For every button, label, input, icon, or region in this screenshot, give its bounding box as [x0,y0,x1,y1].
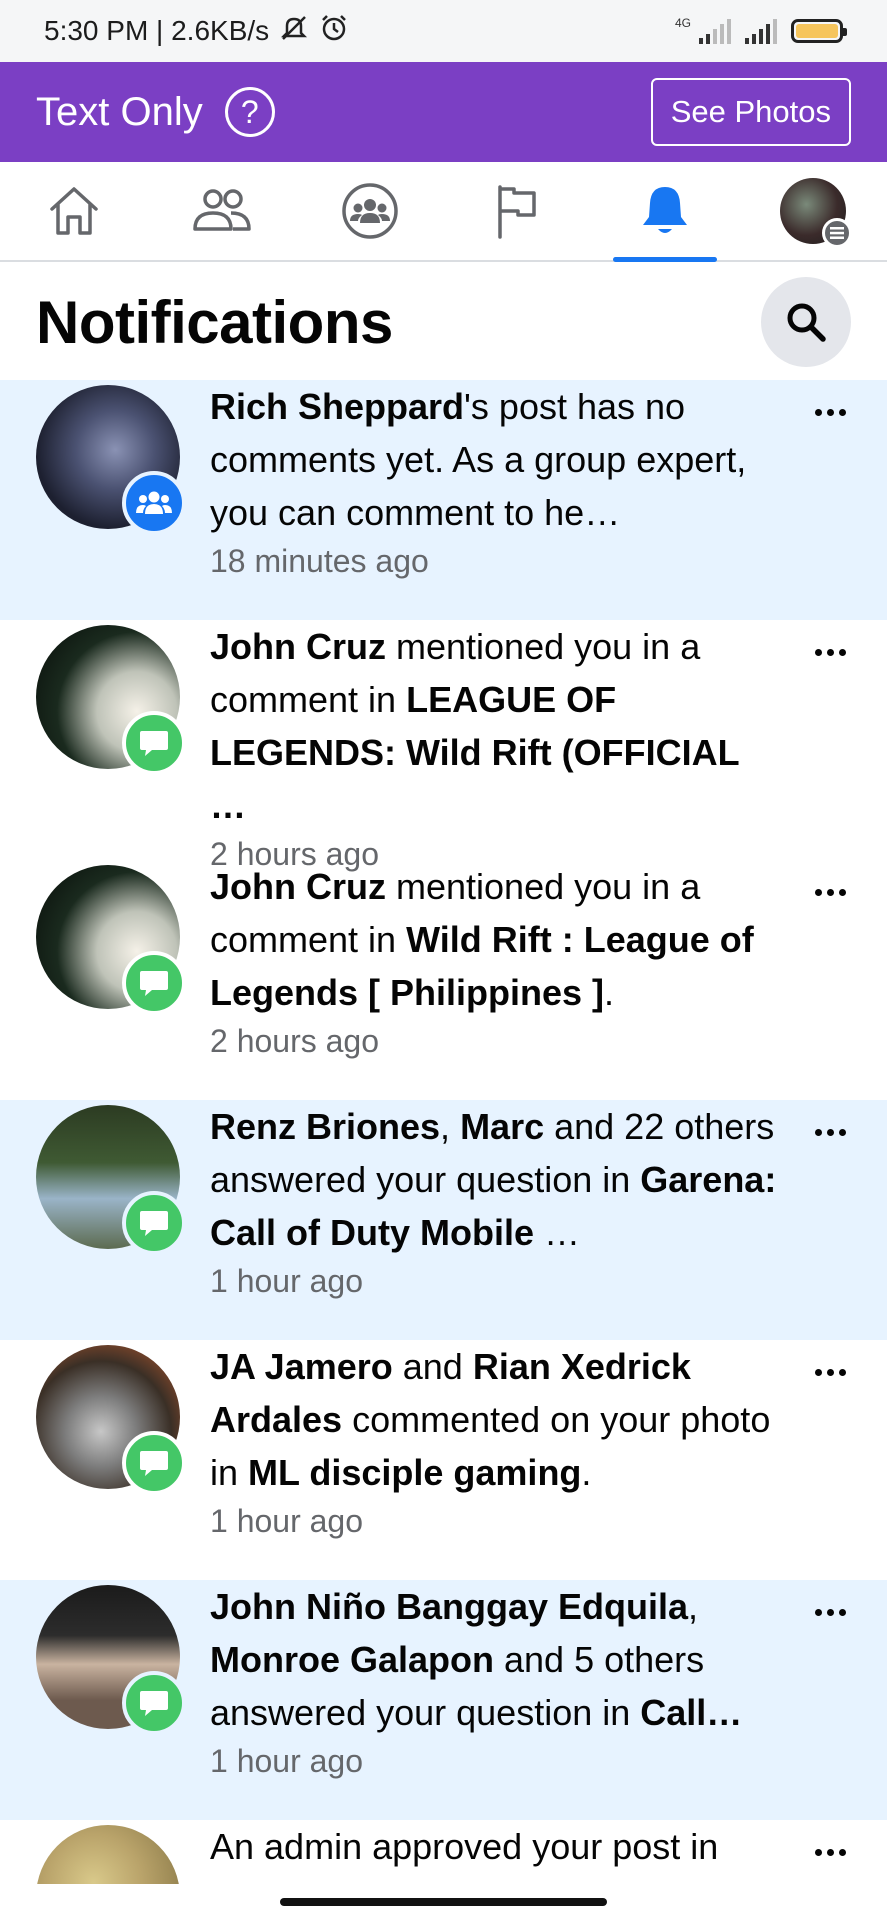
page-title: Notifications [36,288,393,356]
comment-badge-icon [122,1671,186,1735]
notification-message: Renz Briones, Marc and 22 others answere… [210,1100,780,1259]
notification-text: John Cruz mentioned you in a comment in … [210,620,780,872]
notification-entity: ML disciple gaming [248,1452,582,1493]
more-options-icon[interactable] [815,1842,851,1862]
notification-entity: John Cruz [210,626,386,667]
groups-icon [341,183,398,239]
notification-entity: Call… [640,1692,743,1733]
notification-timestamp: 18 minutes ago [210,543,429,579]
see-photos-button[interactable]: See Photos [650,78,851,146]
status-bar: 5:30 PM | 2.6KB/s 4G [0,0,887,62]
nav-home[interactable] [14,162,134,260]
comment-badge-icon [122,951,186,1015]
notification-item[interactable]: John Cruz mentioned you in a comment in … [0,860,887,1100]
notification-phrase: , [688,1586,699,1627]
more-options-icon[interactable] [815,402,851,422]
notification-text: John Niño Banggay Edquila, Monroe Galapo… [210,1580,780,1820]
avatar-wrap [36,1345,186,1495]
notification-item[interactable]: John Cruz mentioned you in a comment in … [0,620,887,872]
notification-timestamp: 1 hour ago [210,1263,364,1299]
avatar-wrap [36,1105,186,1255]
notification-item[interactable]: Renz Briones, Marc and 22 others answere… [0,1100,887,1340]
alarm-icon [319,13,349,50]
home-indicator[interactable] [280,1898,607,1906]
more-options-icon[interactable] [815,882,851,902]
avatar-wrap [36,865,186,1015]
signal-icon [745,18,777,44]
text-only-bar: Text Only ? See Photos [0,62,887,162]
notification-entity: Marc [460,1106,545,1147]
pages-icon [498,185,537,239]
main-nav [0,162,887,262]
notification-phrase: . [581,1452,592,1493]
notification-phrase: , [440,1106,461,1147]
comment-badge-icon [122,1431,186,1495]
notification-phrase: An admin approved your post in [210,1826,719,1867]
notification-message: John Cruz mentioned you in a comment in … [210,860,780,1019]
text-only-mode: Text Only ? [36,87,275,137]
menu-icon [822,218,853,248]
mute-icon [279,13,309,50]
notification-message: JA Jamero and Rian Xedrick Ardales comme… [210,1340,780,1499]
notification-timestamp: 2 hours ago [210,1023,380,1059]
avatar-wrap [36,625,186,775]
notification-entity: Rich Sheppard [210,386,465,427]
notification-entity: John Niño Banggay Edquila [210,1586,689,1627]
menu-avatar [780,178,853,248]
notification-text: JA Jamero and Rian Xedrick Ardales comme… [210,1340,780,1580]
nav-pages[interactable] [457,162,577,260]
help-icon[interactable]: ? [224,87,275,137]
notification-timestamp: 1 hour ago [210,1503,364,1539]
search-icon [787,303,826,342]
notification-message: John Cruz mentioned you in a comment in … [210,620,780,832]
comment-badge-icon [122,1191,186,1255]
nav-menu[interactable] [753,162,873,260]
notification-message: An admin approved your post in [210,1820,780,1873]
battery-icon [791,19,847,43]
notification-item[interactable]: Rich Sheppard's post has no comments yet… [0,380,887,620]
more-options-icon[interactable] [815,1602,851,1622]
notification-timestamp: 1 hour ago [210,1743,364,1779]
home-icon [50,187,98,235]
notification-entity: JA Jamero [210,1346,393,1387]
notification-phrase: . [604,972,615,1013]
notification-entity: John Cruz [210,866,386,907]
notification-item[interactable]: JA Jamero and Rian Xedrick Ardales comme… [0,1340,887,1580]
more-options-icon[interactable] [815,642,851,662]
network-type-label: 4G [674,16,691,30]
more-options-icon[interactable] [815,1122,851,1142]
more-options-icon[interactable] [815,1362,851,1382]
avatar-wrap [36,1585,186,1735]
status-time-speed: 5:30 PM | 2.6KB/s [44,15,270,46]
notifications-icon [643,187,688,233]
notification-message: Rich Sheppard's post has no comments yet… [210,380,780,539]
status-left: 5:30 PM | 2.6KB/s [44,13,349,50]
status-right: 4G [674,16,847,44]
notifications-list: Rich Sheppard's post has no comments yet… [0,380,887,1920]
signal-icon [699,18,731,44]
comment-badge-icon [122,711,186,775]
group-badge-icon [122,471,186,535]
notification-entity: Monroe Galapon [210,1639,495,1680]
nav-groups[interactable] [310,162,430,260]
notification-phrase: and [392,1346,473,1387]
notifications-header: Notifications [0,264,887,380]
notification-text: Rich Sheppard's post has no comments yet… [210,380,780,620]
notification-text: John Cruz mentioned you in a comment in … [210,860,780,1100]
search-button[interactable] [761,277,851,367]
notification-item[interactable]: John Niño Banggay Edquila, Monroe Galapo… [0,1580,887,1820]
notification-entity: Renz Briones [210,1106,441,1147]
avatar-wrap [36,385,186,535]
notification-message: John Niño Banggay Edquila, Monroe Galapo… [210,1580,780,1739]
text-only-title: Text Only [36,89,203,134]
friends-icon [192,189,251,231]
nav-friends[interactable] [162,162,282,260]
notification-text: Renz Briones, Marc and 22 others answere… [210,1100,780,1340]
nav-notifications[interactable] [605,162,725,262]
notification-phrase: … [534,1212,581,1253]
